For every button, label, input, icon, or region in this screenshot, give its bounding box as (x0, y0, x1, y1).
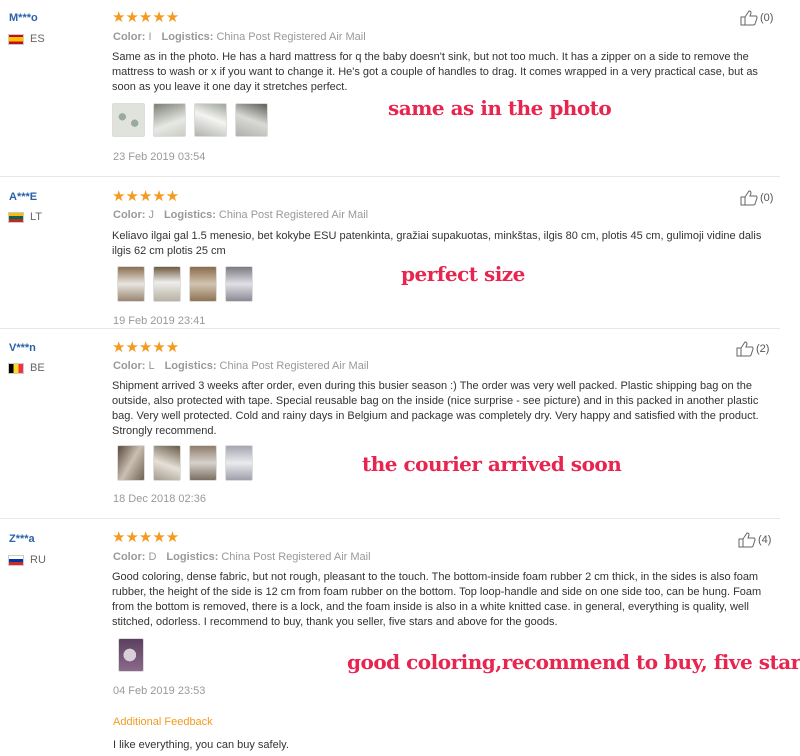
review-photo-thumbnail[interactable] (225, 266, 253, 302)
review-date: 04 Feb 2019 23:53 (113, 685, 206, 697)
flag-icon (8, 362, 24, 374)
review-meta: Color: D Logistics: China Post Registered… (113, 551, 371, 563)
review-photo-thumbnail[interactable] (112, 103, 145, 137)
star-rating: ★★★★★ (112, 529, 180, 546)
reviewer-name: Z***a (9, 533, 35, 545)
additional-feedback-text: I like everything, you can buy safely. (113, 739, 289, 751)
review-date: 19 Feb 2019 23:41 (113, 315, 206, 327)
thumbs-up-icon (738, 532, 756, 548)
color-value: D (148, 551, 157, 563)
logistics-value: China Post Registered Air Mail (219, 360, 369, 372)
helpful-count: (4) (758, 534, 772, 546)
thumbs-up-icon (740, 10, 758, 26)
helpful-button[interactable]: (0) (740, 10, 773, 26)
country-code: RU (30, 554, 46, 566)
logistics-value: China Post Registered Air Mail (216, 31, 366, 43)
logistics-label: Logistics: (161, 31, 214, 43)
helpful-button[interactable]: (0) (740, 190, 773, 206)
review-photos (117, 266, 253, 302)
star-rating: ★★★★★ (112, 188, 180, 205)
country-code: ES (30, 33, 45, 45)
color-value: L (148, 360, 155, 372)
review-date: 18 Dec 2018 02:36 (113, 493, 206, 505)
thumbs-up-icon (736, 341, 754, 357)
reviewer-country: BE (8, 362, 45, 374)
review-divider (0, 176, 780, 177)
reviewer-country: LT (8, 211, 42, 223)
review-date: 23 Feb 2019 03:54 (113, 151, 206, 163)
review-photo-thumbnail[interactable] (235, 103, 268, 137)
star-rating: ★★★★★ (112, 9, 180, 26)
color-label: Color: (113, 209, 146, 221)
overlay-caption: good coloring,recommend to buy, five sta… (347, 650, 800, 674)
review-photo-thumbnail[interactable] (153, 103, 186, 137)
reviewer-name: A***E (9, 191, 38, 203)
color-label: Color: (113, 31, 146, 43)
logistics-label: Logistics: (166, 551, 219, 563)
helpful-count: (0) (760, 12, 774, 24)
review-text: Same as in the photo. He has a hard matt… (112, 51, 758, 93)
review-photos (117, 445, 253, 481)
helpful-button[interactable]: (2) (736, 341, 769, 357)
logistics-value: China Post Registered Air Mail (218, 209, 369, 221)
thumbs-up-icon (740, 190, 758, 206)
reviewer-name: V***n (9, 342, 36, 354)
country-code: LT (30, 211, 43, 223)
review-text: Good coloring, dense fabric, but not rou… (112, 571, 762, 628)
review-photo-thumbnail[interactable] (118, 638, 144, 672)
helpful-button[interactable]: (4) (738, 532, 771, 548)
logistics-value: China Post Registered Air Mail (221, 551, 371, 563)
color-value: I (148, 31, 152, 43)
review-divider (0, 328, 780, 329)
review-photo-thumbnail[interactable] (225, 445, 253, 481)
color-label: Color: (113, 551, 146, 563)
review-divider (0, 518, 780, 519)
logistics-label: Logistics: (164, 360, 217, 372)
helpful-count: (0) (760, 192, 774, 204)
reviewer-name: M***o (9, 12, 38, 24)
overlay-caption: the courier arrived soon (362, 452, 622, 476)
review-photo-thumbnail[interactable] (189, 266, 217, 302)
review-photo-thumbnail[interactable] (194, 103, 227, 137)
review-text: Shipment arrived 3 weeks after order, ev… (112, 380, 759, 437)
reviewer-country: RU (8, 554, 46, 566)
color-label: Color: (113, 360, 146, 372)
review-photo-thumbnail[interactable] (189, 445, 217, 481)
review-photo-thumbnail[interactable] (153, 266, 181, 302)
review-photo-thumbnail[interactable] (117, 445, 145, 481)
review-meta: Color: J Logistics: China Post Registered… (113, 209, 368, 221)
review-photos (118, 638, 144, 672)
review-text: Keliavo ilgai gal 1.5 menesio, bet kokyb… (112, 230, 762, 257)
helpful-count: (2) (756, 343, 770, 355)
star-rating: ★★★★★ (112, 339, 180, 356)
flag-icon (8, 554, 24, 566)
review-photos (112, 103, 268, 137)
flag-icon (8, 33, 24, 45)
color-value: J (148, 209, 154, 221)
overlay-caption: same as in the photo (388, 96, 612, 120)
reviewer-country: ES (8, 33, 45, 45)
logistics-label: Logistics: (163, 209, 216, 221)
review-meta: Color: I Logistics: China Post Registered… (113, 31, 366, 43)
review-photo-thumbnail[interactable] (153, 445, 181, 481)
overlay-caption: perfect size (401, 262, 525, 286)
additional-feedback-title: Additional Feedback (113, 716, 213, 728)
review-meta: Color: L Logistics: China Post Registered… (113, 360, 369, 372)
review-photo-thumbnail[interactable] (117, 266, 145, 302)
flag-icon (8, 211, 24, 223)
country-code: BE (30, 362, 45, 374)
